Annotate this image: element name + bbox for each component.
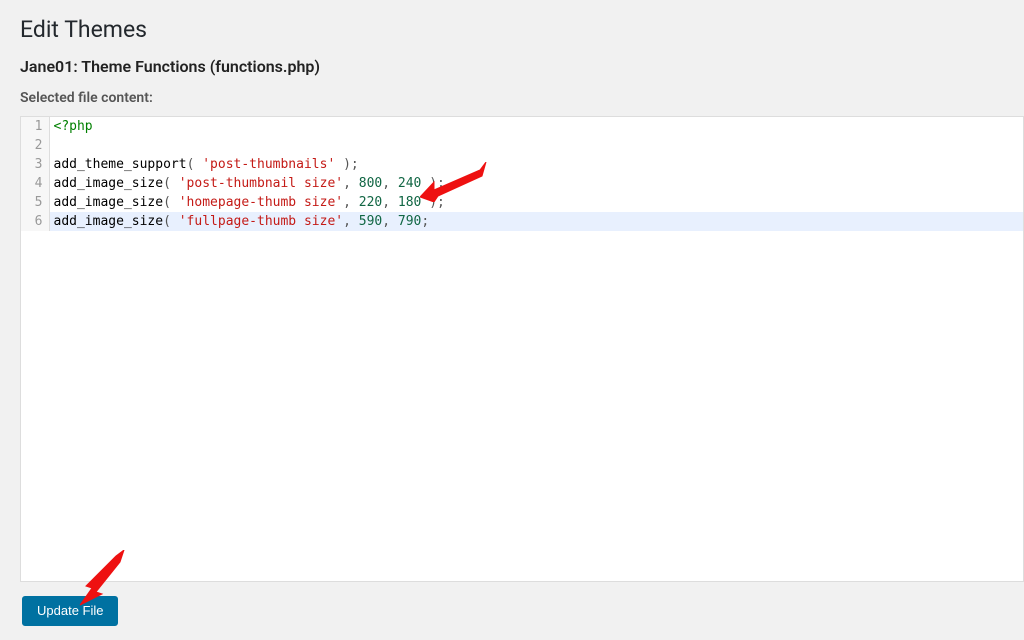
code-line[interactable]: 6add_image_size( 'fullpage-thumb size', … bbox=[21, 212, 1023, 231]
line-number: 2 bbox=[21, 136, 49, 155]
code-content[interactable]: add_image_size( 'post-thumbnail size', 8… bbox=[49, 174, 1023, 193]
code-content[interactable]: <?php bbox=[49, 117, 1023, 136]
code-line[interactable]: 4add_image_size( 'post-thumbnail size', … bbox=[21, 174, 1023, 193]
code-content[interactable]: add_theme_support( 'post-thumbnails' ); bbox=[49, 155, 1023, 174]
line-number: 6 bbox=[21, 212, 49, 231]
code-line[interactable]: 5add_image_size( 'homepage-thumb size', … bbox=[21, 193, 1023, 212]
code-editor[interactable]: 1<?php2 3add_theme_support( 'post-thumbn… bbox=[20, 116, 1024, 582]
code-line[interactable]: 1<?php bbox=[21, 117, 1023, 136]
page-title: Edit Themes bbox=[20, 16, 1024, 43]
code-content[interactable]: add_image_size( 'fullpage-thumb size', 5… bbox=[49, 212, 1023, 231]
line-number: 5 bbox=[21, 193, 49, 212]
code-line[interactable]: 3add_theme_support( 'post-thumbnails' ); bbox=[21, 155, 1023, 174]
code-line[interactable]: 2 bbox=[21, 136, 1023, 155]
update-file-button[interactable]: Update File bbox=[22, 596, 118, 626]
line-number: 1 bbox=[21, 117, 49, 136]
line-number: 4 bbox=[21, 174, 49, 193]
code-content[interactable] bbox=[49, 136, 1023, 155]
selected-file-label: Selected file content: bbox=[20, 90, 1024, 106]
line-number: 3 bbox=[21, 155, 49, 174]
code-content[interactable]: add_image_size( 'homepage-thumb size', 2… bbox=[49, 193, 1023, 212]
file-heading: Jane01: Theme Functions (functions.php) bbox=[20, 57, 1024, 76]
